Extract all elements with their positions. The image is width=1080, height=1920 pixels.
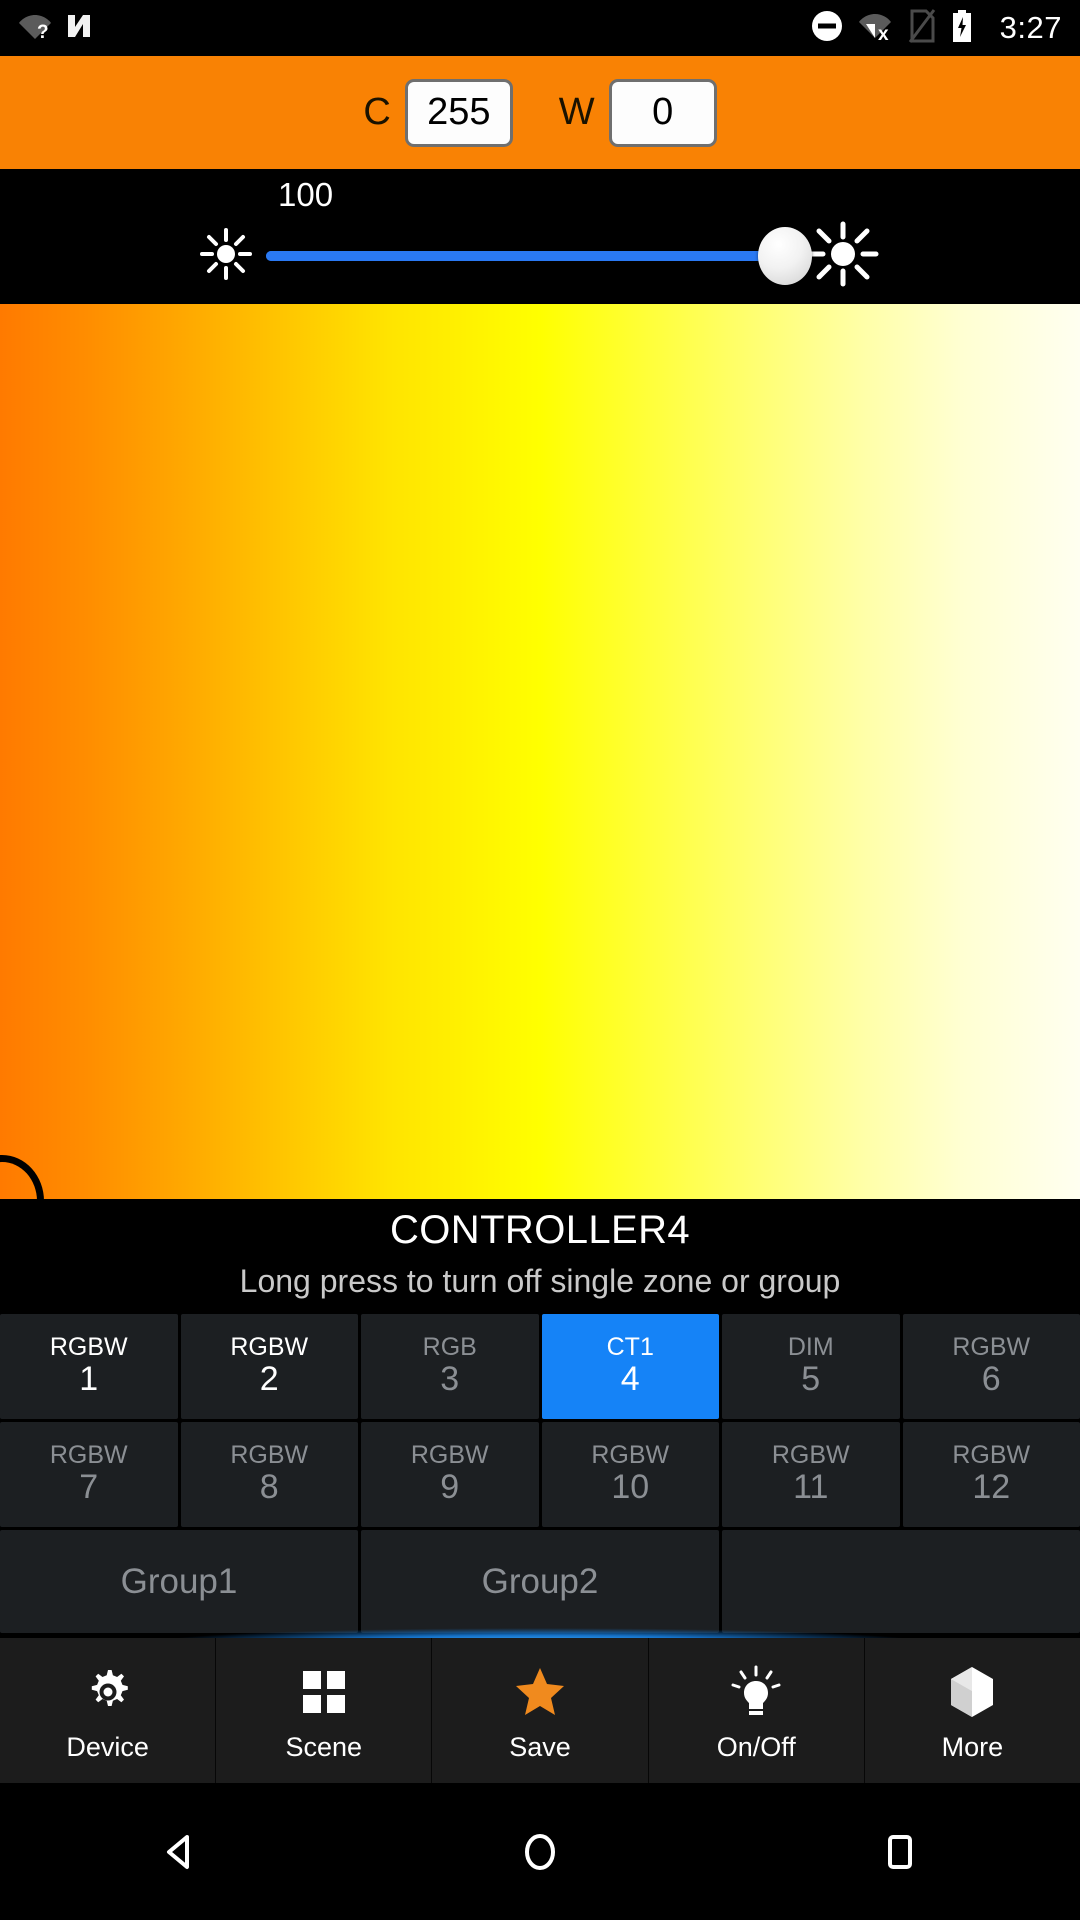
controller-name: CONTROLLER4: [389, 1208, 691, 1252]
toolbar-item-label: More: [941, 1732, 1004, 1762]
zone-type-label: RGBW: [49, 1332, 128, 1361]
app-root: ? x 3:27 C 255 W 0 100 CONTROLLER4 Long …: [0, 0, 1080, 1920]
status-bar-left-icons: ?: [18, 11, 94, 46]
brightness-slider-fill: [266, 251, 786, 261]
zone-button[interactable]: RGB 3: [361, 1314, 539, 1419]
toolbar-item-label: Scene: [285, 1732, 363, 1762]
zone-button[interactable]: RGBW 7: [0, 1422, 178, 1527]
toolbar-item-device[interactable]: Device: [0, 1638, 217, 1783]
zone-type-label: RGBW: [49, 1440, 128, 1469]
cool-label: C: [363, 91, 391, 133]
status-bar-clock: 3:27: [999, 10, 1062, 45]
status-bar: ? x 3:27: [0, 0, 1080, 56]
do-not-disturb-icon: [810, 9, 844, 48]
zone-button[interactable]: RGBW 9: [361, 1422, 539, 1527]
android-nav-bar: [0, 1783, 1080, 1920]
toolbar-item-more[interactable]: More: [865, 1638, 1080, 1783]
toolbar-item-label: On/Off: [716, 1732, 796, 1762]
toolbar-item-save[interactable]: Save: [432, 1638, 649, 1783]
grid-icon: [301, 1664, 347, 1720]
zone-number-label: 1: [79, 1360, 99, 1399]
home-circle-icon[interactable]: [360, 1828, 720, 1876]
zone-button[interactable]: RGBW 8: [180, 1422, 358, 1527]
picker-handle-arc: [0, 1155, 44, 1201]
wifi-disconnected-icon: x: [858, 10, 894, 47]
cool-value-input[interactable]: 255: [404, 78, 513, 147]
zone-button[interactable]: DIM 5: [722, 1314, 900, 1419]
battery-charging-icon: [950, 9, 974, 48]
zone-number-label: 3: [440, 1360, 460, 1399]
group-button[interactable]: Group2: [361, 1530, 719, 1633]
zone-type-label: RGBW: [771, 1440, 850, 1469]
brightness-slider-row: [0, 221, 1080, 291]
zone-button[interactable]: RGBW 11: [722, 1422, 900, 1527]
zone-type-label: RGBW: [952, 1440, 1031, 1469]
warm-label: W: [558, 91, 595, 133]
group-button[interactable]: Group1: [0, 1530, 358, 1633]
zone-type-label: RGBW: [591, 1440, 670, 1469]
color-temperature-picker[interactable]: [0, 304, 1080, 1201]
zone-button[interactable]: CT1 4: [541, 1314, 719, 1419]
group-slot-empty[interactable]: [722, 1530, 1080, 1633]
svg-text:?: ?: [37, 22, 49, 41]
cube-icon: [948, 1664, 996, 1720]
zone-number-label: 11: [793, 1468, 829, 1507]
warm-value-input[interactable]: 0: [608, 78, 717, 147]
brightness-slider-thumb[interactable]: [758, 227, 812, 285]
zone-number-label: 4: [620, 1360, 640, 1399]
zone-type-label: RGB: [422, 1332, 477, 1361]
gear-icon: [83, 1664, 133, 1720]
cool-warm-bar: C 255 W 0: [0, 56, 1080, 169]
toolbar-item-label: Save: [509, 1732, 571, 1762]
zone-type-label: RGBW: [952, 1332, 1031, 1361]
zone-button[interactable]: RGBW 12: [902, 1422, 1080, 1527]
wifi-question-icon: ?: [18, 11, 52, 46]
zone-number-label: 12: [972, 1468, 1011, 1507]
brightness-slider-track[interactable]: [266, 227, 812, 285]
toolbar-item-on-off[interactable]: On/Off: [649, 1638, 865, 1783]
zone-number-label: 8: [259, 1468, 279, 1507]
back-triangle-icon[interactable]: [0, 1828, 360, 1876]
zone-type-label: RGBW: [410, 1440, 489, 1469]
zone-number-label: 5: [801, 1360, 821, 1399]
sim-off-icon: [908, 8, 936, 48]
zone-number-label: 9: [440, 1468, 460, 1507]
lightbulb-icon: [731, 1664, 781, 1720]
zone-type-label: CT1: [606, 1332, 654, 1361]
zone-type-label: RGBW: [230, 1440, 309, 1469]
brightness-panel: 100: [0, 169, 1080, 304]
zone-number-label: 6: [981, 1360, 1001, 1399]
brightness-low-icon[interactable]: [196, 224, 256, 289]
brightness-high-icon[interactable]: [804, 219, 882, 294]
toolbar-item-scene[interactable]: Scene: [216, 1638, 433, 1783]
controller-hint: Long press to turn off single zone or gr…: [239, 1263, 841, 1299]
android-n-logo-icon: [64, 11, 94, 46]
toolbar-item-label: Device: [66, 1732, 149, 1762]
star-icon: [514, 1664, 566, 1720]
brightness-value-label: 100: [278, 176, 334, 213]
zone-type-label: DIM: [787, 1332, 834, 1361]
zone-number-label: 2: [259, 1360, 279, 1399]
recents-square-icon[interactable]: [720, 1828, 1080, 1876]
zone-number-label: 7: [79, 1468, 99, 1507]
zone-grid: RGBW 1 RGBW 2 RGB 3 CT1 4 DIM 5 RGBW 6 RGBW 7 RGBW 8 RG…: [0, 1314, 1080, 1633]
group-row: Group1 Group2: [0, 1530, 1080, 1633]
zone-button[interactable]: RGBW 2: [180, 1314, 358, 1419]
bottom-toolbar: Device Scene Save On/Off More: [0, 1638, 1080, 1783]
zone-row: RGBW 7 RGBW 8 RGBW 9 RGBW 10 RGBW 11 RGBW 12: [0, 1422, 1080, 1527]
zone-number-label: 10: [611, 1468, 650, 1507]
zone-button[interactable]: RGBW 6: [902, 1314, 1080, 1419]
svg-text:x: x: [878, 24, 889, 42]
status-bar-right-icons: x 3:27: [810, 8, 1062, 48]
controller-header: CONTROLLER4 Long press to turn off singl…: [0, 1199, 1080, 1314]
zone-row: RGBW 1 RGBW 2 RGB 3 CT1 4 DIM 5 RGBW 6: [0, 1314, 1080, 1419]
cool-warm-group: C 255 W 0: [363, 78, 717, 147]
zone-button[interactable]: RGBW 10: [541, 1422, 719, 1527]
zone-button[interactable]: RGBW 1: [0, 1314, 178, 1419]
zone-type-label: RGBW: [230, 1332, 309, 1361]
